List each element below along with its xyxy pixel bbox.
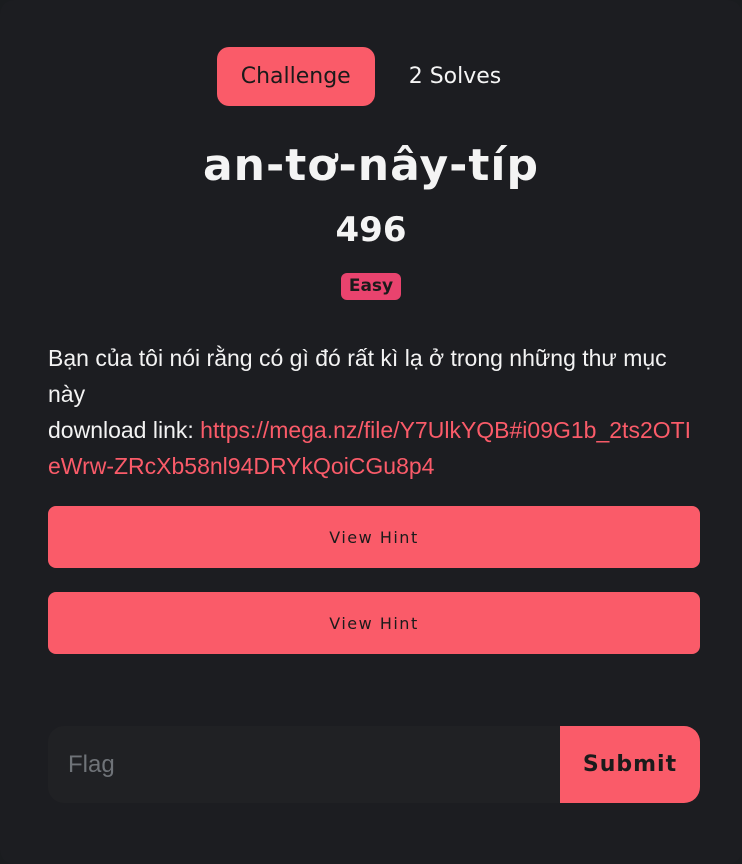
- download-line: download link: https://mega.nz/file/Y7Ul…: [48, 412, 698, 484]
- tab-solves[interactable]: 2 Solves: [385, 47, 526, 106]
- submit-button[interactable]: Submit: [560, 726, 700, 803]
- tab-challenge[interactable]: Challenge: [216, 47, 375, 106]
- difficulty-tag: Easy: [340, 273, 402, 300]
- flag-input[interactable]: [48, 726, 560, 803]
- view-hint-button-2[interactable]: View Hint: [48, 592, 700, 654]
- challenge-title: an-tơ-nây-típ: [202, 140, 540, 191]
- tab-bar: Challenge 2 Solves: [0, 47, 742, 106]
- challenge-points: 496: [335, 210, 407, 250]
- description-text: Bạn của tôi nói rằng có gì đó rất kì lạ …: [48, 345, 667, 407]
- download-prefix: download link:: [48, 417, 201, 443]
- flag-form: Submit: [48, 726, 700, 803]
- tag-container: Easy: [0, 273, 742, 300]
- challenge-modal: Challenge 2 Solves an-tơ-nây-típ 496 Eas…: [0, 0, 742, 864]
- challenge-description: Bạn của tôi nói rằng có gì đó rất kì lạ …: [48, 340, 698, 484]
- view-hint-button-1[interactable]: View Hint: [48, 506, 700, 568]
